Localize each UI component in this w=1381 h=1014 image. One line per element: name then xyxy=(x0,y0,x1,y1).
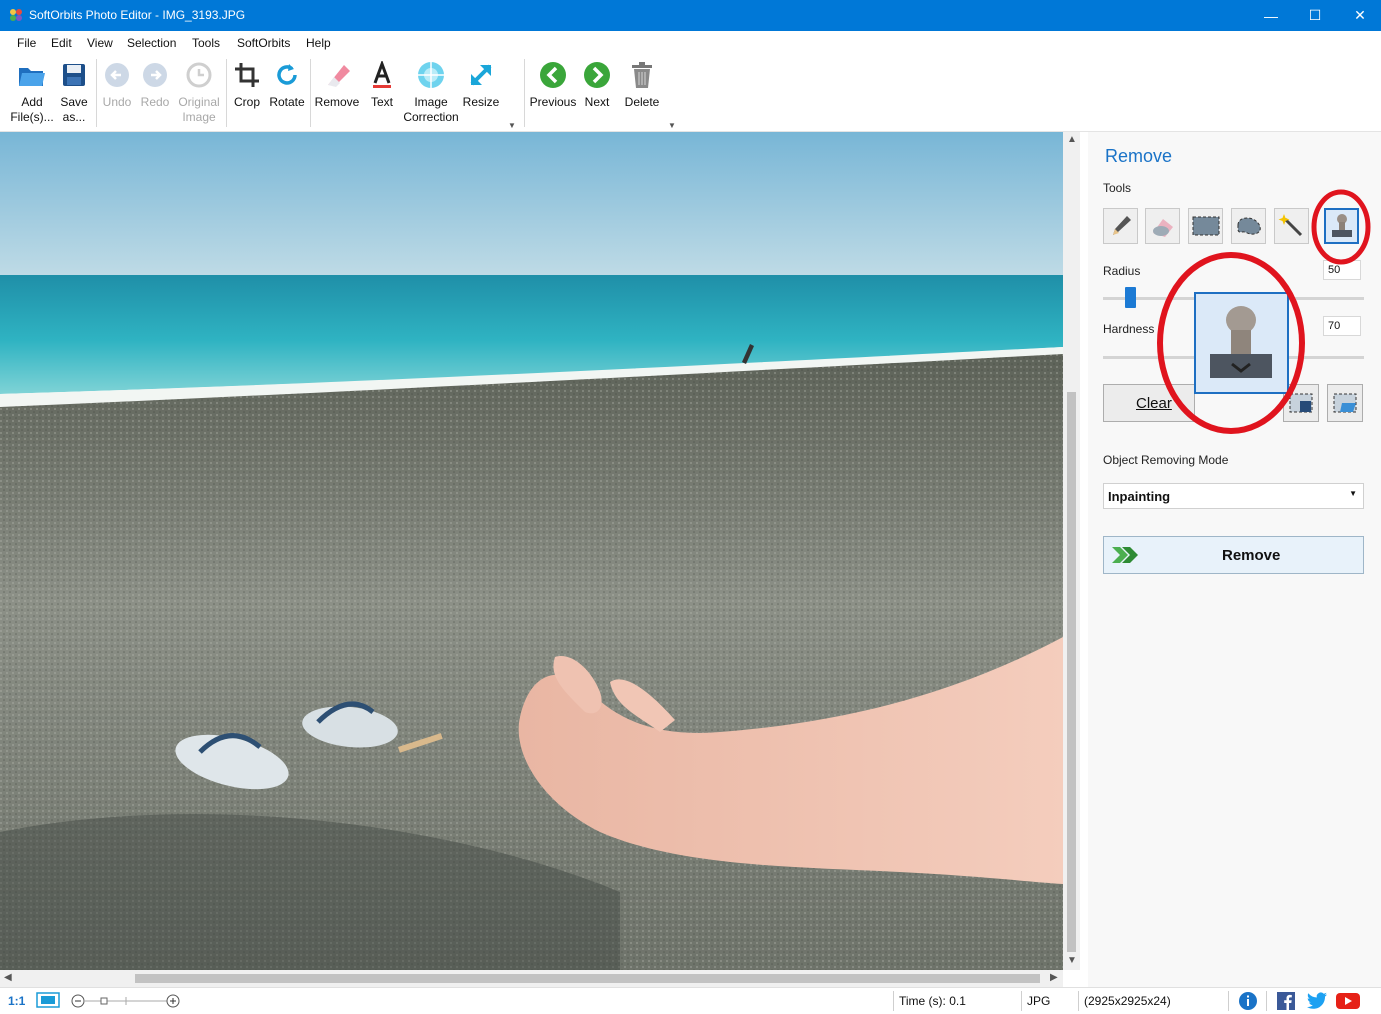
twitter-icon[interactable] xyxy=(1306,991,1328,1014)
actual-size-button[interactable]: 1:1 xyxy=(8,994,25,1008)
status-separator xyxy=(1228,991,1229,1011)
callout-highlight-ring xyxy=(1157,252,1305,434)
status-separator xyxy=(1266,991,1267,1011)
status-separator xyxy=(1078,991,1079,1011)
time-readout: Time (s): 0.1 xyxy=(899,994,966,1008)
status-separator xyxy=(893,991,894,1011)
fit-to-window-icon[interactable] xyxy=(36,992,60,1011)
status-bar: 1:1 Time (s): 0.1 JPG (2925x2925x24) xyxy=(0,987,1381,1013)
highlight-annotations xyxy=(1157,189,1371,434)
info-icon[interactable] xyxy=(1238,991,1258,1014)
youtube-icon[interactable] xyxy=(1335,991,1361,1014)
dimensions-readout: (2925x2925x24) xyxy=(1084,994,1171,1008)
status-separator xyxy=(1021,991,1022,1011)
format-readout: JPG xyxy=(1027,994,1051,1008)
tool-highlight-ring xyxy=(1311,189,1371,265)
zoom-slider[interactable] xyxy=(68,993,183,1012)
facebook-icon[interactable] xyxy=(1276,991,1296,1014)
